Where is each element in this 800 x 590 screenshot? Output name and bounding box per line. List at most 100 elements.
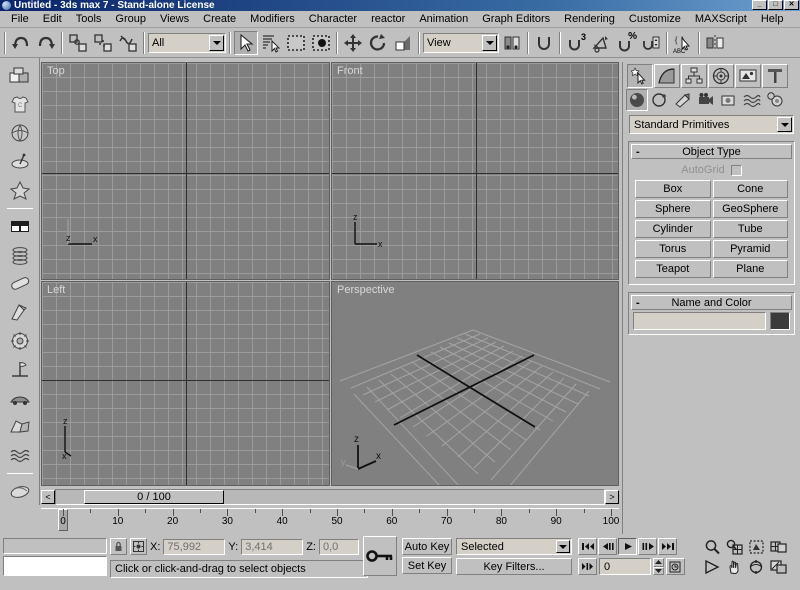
- viewport-label-perspective[interactable]: Perspective: [337, 284, 394, 296]
- autogrid-checkbox[interactable]: [730, 164, 742, 176]
- rectangular-selection-region-icon[interactable]: [284, 30, 308, 55]
- previous-frame-button[interactable]: [598, 538, 617, 555]
- key-filters-button[interactable]: Key Filters...: [456, 558, 572, 575]
- select-object-icon[interactable]: [234, 30, 258, 55]
- chevron-down-icon[interactable]: [482, 34, 497, 51]
- fracture-icon[interactable]: [5, 414, 35, 442]
- menu-tools[interactable]: Tools: [69, 11, 109, 27]
- menu-create[interactable]: Create: [196, 11, 243, 27]
- menu-graph-editors[interactable]: Graph Editors: [475, 11, 557, 27]
- pan-button[interactable]: [724, 557, 745, 576]
- viewport-label-front[interactable]: Front: [337, 65, 363, 77]
- collapse-icon[interactable]: -: [636, 146, 640, 158]
- box-button[interactable]: Box: [635, 180, 711, 198]
- viewport-left[interactable]: Left z x: [41, 281, 330, 486]
- chevron-down-icon[interactable]: [777, 117, 792, 132]
- boxes-icon[interactable]: [5, 62, 35, 90]
- key-selection-set-combo[interactable]: Selected: [456, 538, 572, 555]
- sphere-button[interactable]: Sphere: [635, 200, 711, 218]
- block-icon[interactable]: [5, 212, 35, 240]
- use-pivot-point-center-icon[interactable]: [500, 30, 524, 55]
- cone-button[interactable]: Cone: [712, 180, 788, 198]
- wedge-icon[interactable]: [5, 298, 35, 326]
- modify-tab[interactable]: [654, 64, 680, 88]
- create-tab[interactable]: [627, 64, 653, 88]
- track-bar[interactable]: 0 10 20 30 40 50 60 70 80 90 100: [41, 508, 619, 534]
- percent-snap-toggle-icon[interactable]: %: [614, 30, 638, 55]
- time-configuration-button[interactable]: [666, 558, 685, 575]
- go-to-end-button[interactable]: [658, 538, 677, 555]
- zoom-extents-all-button[interactable]: [768, 537, 789, 556]
- time-slider-track[interactable]: 0 / 100: [55, 489, 605, 505]
- x-coordinate-field[interactable]: 75,992: [163, 538, 226, 555]
- shapes-category[interactable]: [649, 89, 671, 111]
- viewport-label-left[interactable]: Left: [47, 284, 65, 296]
- play-animation-button[interactable]: [618, 538, 637, 555]
- deflector-icon[interactable]: [5, 477, 35, 505]
- cameras-category[interactable]: [695, 89, 717, 111]
- current-frame-field[interactable]: 0: [599, 558, 651, 575]
- plane-button[interactable]: Plane: [712, 260, 788, 278]
- menu-help[interactable]: Help: [754, 11, 791, 27]
- maxscript-mini-listener-input[interactable]: [3, 556, 107, 576]
- go-to-start-button[interactable]: [578, 538, 597, 555]
- auto-key-button[interactable]: Auto Key: [402, 538, 452, 555]
- capsule-icon[interactable]: [5, 270, 35, 298]
- frame-spinner[interactable]: [653, 558, 664, 575]
- select-and-uniform-scale-icon[interactable]: [391, 30, 415, 55]
- ball-icon[interactable]: [5, 120, 35, 148]
- minimize-button[interactable]: _: [752, 0, 767, 10]
- star-figure-icon[interactable]: [5, 177, 35, 205]
- menu-modifiers[interactable]: Modifiers: [243, 11, 302, 27]
- snaps-toggle-icon[interactable]: [532, 30, 556, 55]
- tube-button[interactable]: Tube: [712, 220, 788, 238]
- select-and-move-icon[interactable]: [341, 30, 365, 55]
- arc-rotate-button[interactable]: [746, 557, 767, 576]
- menu-group[interactable]: Group: [108, 11, 153, 27]
- coil-icon[interactable]: [5, 241, 35, 269]
- z-coordinate-field[interactable]: 0,0: [318, 538, 359, 555]
- gear-icon[interactable]: [5, 327, 35, 355]
- selection-filter-combo[interactable]: All: [148, 32, 226, 53]
- geosphere-button[interactable]: GeoSphere: [712, 200, 788, 218]
- next-frame-arrow[interactable]: >: [605, 490, 619, 504]
- y-coordinate-field[interactable]: 3,414: [241, 538, 304, 555]
- menu-file[interactable]: File: [4, 11, 36, 27]
- reference-coordinate-system-combo[interactable]: View: [423, 32, 499, 53]
- field-of-view-button[interactable]: [702, 557, 723, 576]
- selection-lock-icon[interactable]: [110, 538, 127, 555]
- unlink-selection-icon[interactable]: [91, 30, 115, 55]
- zoom-all-button[interactable]: [724, 537, 745, 556]
- select-by-name-icon[interactable]: [259, 30, 283, 55]
- spinner-snap-toggle-icon[interactable]: [639, 30, 663, 55]
- time-slider-thumb[interactable]: 0 / 100: [84, 490, 224, 504]
- 3d-snap-toggle-icon[interactable]: 3: [564, 30, 588, 55]
- absolute-relative-mode-icon[interactable]: [130, 538, 147, 555]
- helpers-category[interactable]: [718, 89, 740, 111]
- viewport-front[interactable]: Front z x: [331, 62, 619, 280]
- viewport-top[interactable]: Top z x: [41, 62, 330, 280]
- weathervane-icon[interactable]: [5, 356, 35, 384]
- window-crossing-icon[interactable]: [309, 30, 333, 55]
- min-max-toggle-button[interactable]: [768, 557, 789, 576]
- close-button[interactable]: ✕: [784, 0, 799, 10]
- name-and-color-header[interactable]: - Name and Color: [631, 295, 792, 310]
- key-mode-toggle-button[interactable]: [578, 558, 597, 575]
- undo-icon[interactable]: [9, 30, 33, 55]
- object-name-input[interactable]: [633, 312, 766, 330]
- maximize-button[interactable]: □: [768, 0, 783, 10]
- spacewarps-category[interactable]: [741, 89, 763, 111]
- set-key-mode-icon[interactable]: [363, 536, 397, 576]
- cylinder-button[interactable]: Cylinder: [635, 220, 711, 238]
- mirror-icon[interactable]: [703, 30, 727, 55]
- torus-button[interactable]: Torus: [635, 240, 711, 258]
- menu-character[interactable]: Character: [302, 11, 364, 27]
- menu-reactor[interactable]: reactor: [364, 11, 412, 27]
- named-selection-sets-icon[interactable]: { } ABC: [671, 30, 695, 55]
- menu-animation[interactable]: Animation: [412, 11, 475, 27]
- viewport-perspective[interactable]: Perspective z x y: [331, 281, 619, 486]
- chevron-down-icon[interactable]: [209, 34, 224, 51]
- frame-ruler[interactable]: 0 10 20 30 40 50 60 70 80 90 100: [41, 509, 619, 535]
- select-and-link-icon[interactable]: [66, 30, 90, 55]
- spinner-down-icon[interactable]: [653, 566, 664, 575]
